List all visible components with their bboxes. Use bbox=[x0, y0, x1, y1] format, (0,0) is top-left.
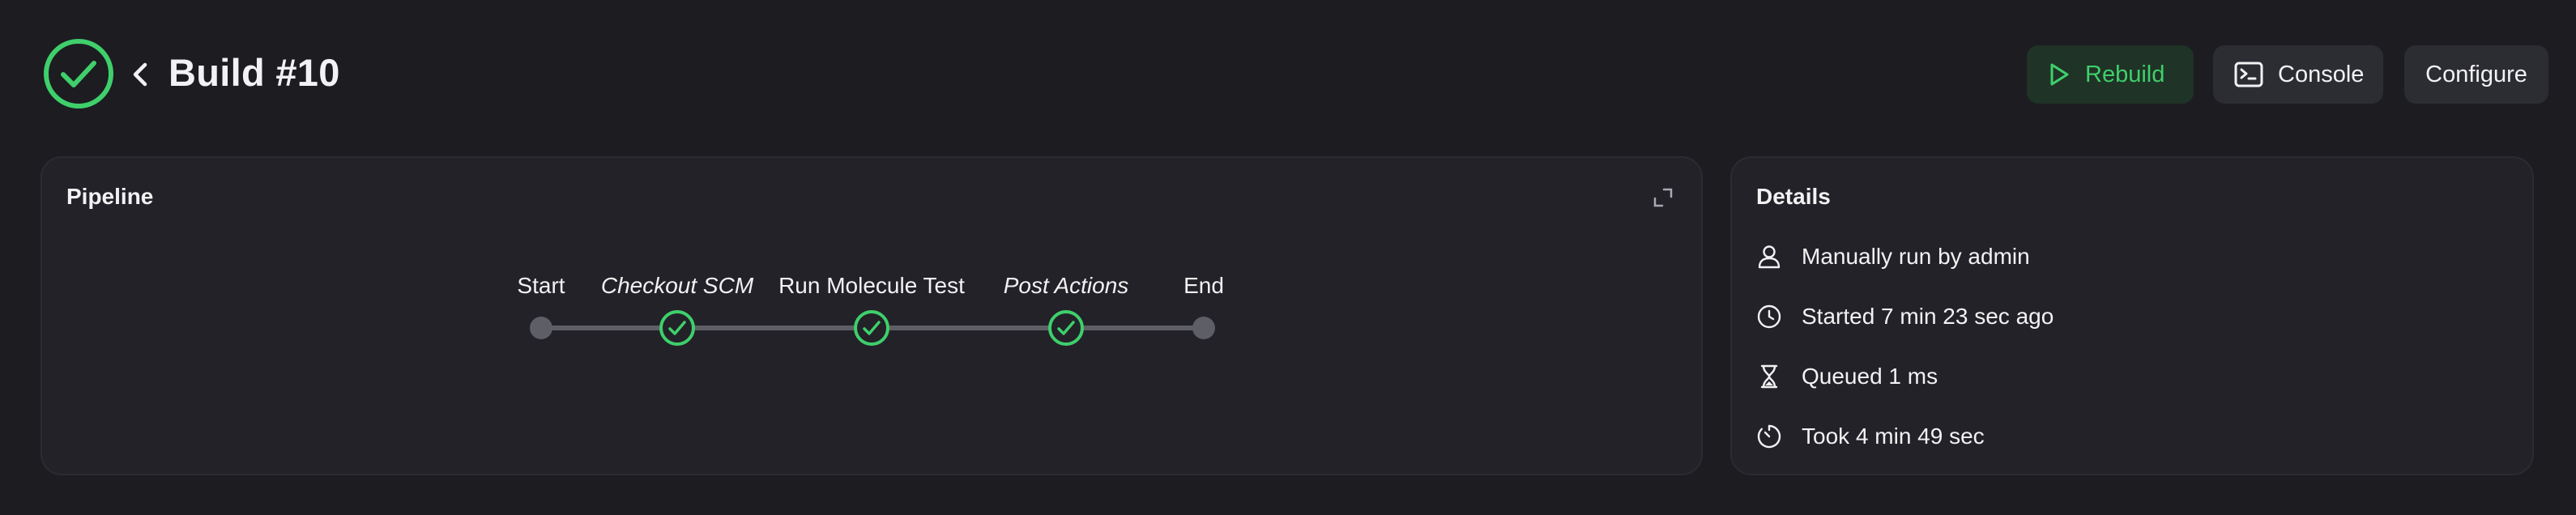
stage-success-icon[interactable] bbox=[852, 309, 891, 347]
rebuild-button[interactable]: Rebuild bbox=[2027, 45, 2194, 104]
stage-label-run-molecule-test: Run Molecule Test bbox=[778, 273, 965, 298]
console-button[interactable]: Console bbox=[2213, 45, 2383, 104]
user-icon bbox=[1758, 245, 1781, 269]
detail-started: Started 7 min 23 sec ago bbox=[1756, 300, 2054, 333]
stage-success-icon[interactable] bbox=[1047, 309, 1085, 347]
detail-text: Manually run by admin bbox=[1802, 244, 2030, 269]
timer-icon bbox=[1757, 424, 1781, 449]
details-card: Details Manually run by admin Started 7 … bbox=[1730, 156, 2534, 475]
page-title: Build #10 bbox=[168, 51, 340, 94]
chevron-left-icon[interactable] bbox=[128, 58, 152, 91]
detail-took: Took 4 min 49 sec bbox=[1756, 420, 1985, 453]
clock-icon bbox=[1757, 304, 1781, 329]
play-icon bbox=[2050, 63, 2069, 86]
check-circle-icon bbox=[44, 39, 113, 109]
console-label: Console bbox=[2278, 61, 2365, 87]
page-header: Build #10 Rebuild Console Configure bbox=[42, 37, 2548, 110]
terminal-icon bbox=[2234, 62, 2263, 87]
end-node bbox=[1192, 317, 1215, 339]
detail-text: Queued 1 ms bbox=[1802, 364, 1938, 389]
rebuild-label: Rebuild bbox=[2085, 61, 2165, 87]
stage-label-end: End bbox=[1184, 273, 1224, 298]
start-node bbox=[530, 317, 552, 339]
configure-label: Configure bbox=[2425, 61, 2527, 87]
stage-label-post-actions: Post Actions bbox=[1003, 273, 1129, 298]
hourglass-icon bbox=[1760, 364, 1778, 389]
stage-label-checkout-scm: Checkout SCM bbox=[600, 273, 754, 298]
stage-label-start: Start bbox=[517, 273, 565, 298]
stage-success-icon[interactable] bbox=[658, 309, 697, 347]
detail-queued: Queued 1 ms bbox=[1756, 360, 1938, 393]
detail-text: Took 4 min 49 sec bbox=[1802, 423, 1985, 449]
details-title: Details bbox=[1756, 184, 1831, 209]
pipeline-title: Pipeline bbox=[66, 184, 154, 209]
expand-icon[interactable] bbox=[1653, 187, 1674, 208]
detail-text: Started 7 min 23 sec ago bbox=[1802, 304, 2054, 329]
detail-run-by: Manually run by admin bbox=[1756, 240, 2030, 273]
pipeline-card: Pipeline Start Checkout SCM Run Molecule… bbox=[41, 156, 1703, 475]
configure-button[interactable]: Configure bbox=[2404, 45, 2548, 104]
